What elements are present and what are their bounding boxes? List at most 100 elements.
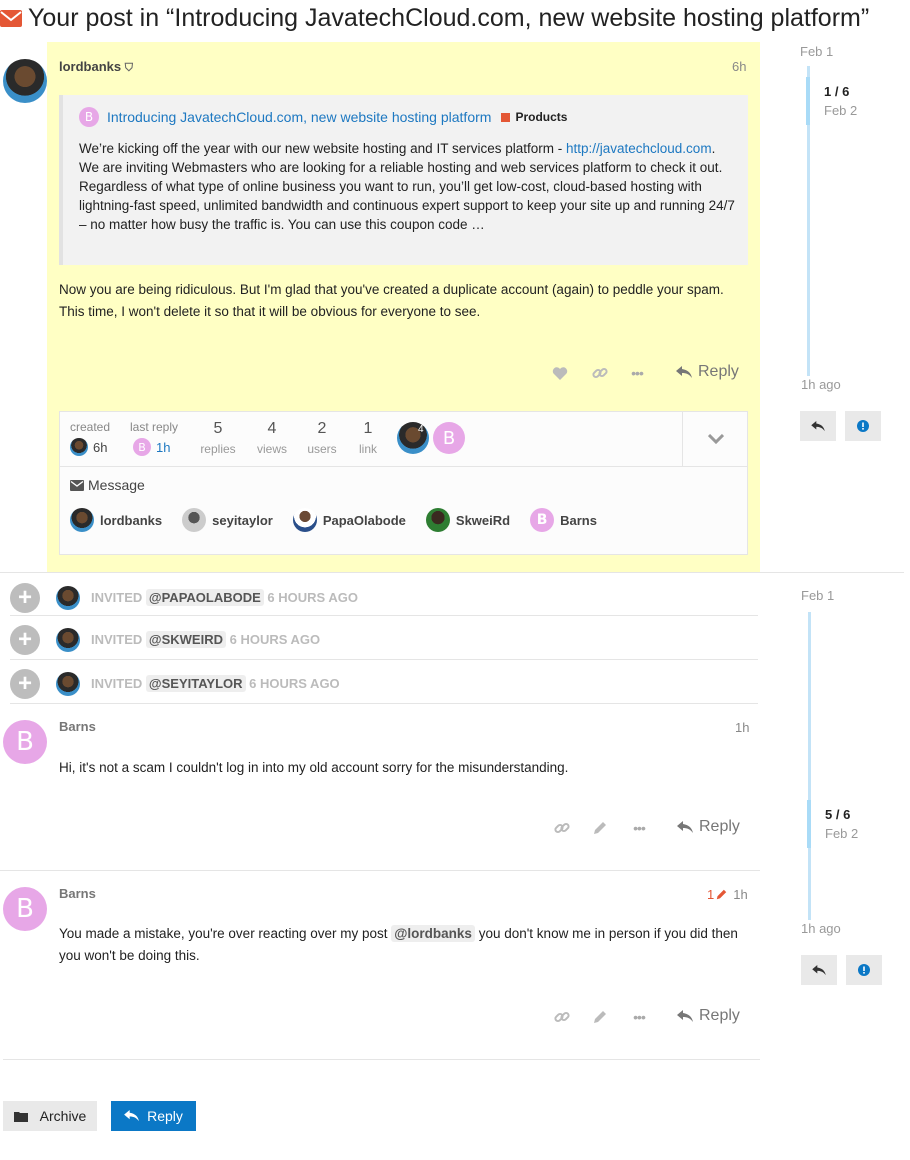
timeline-reply-button[interactable] xyxy=(800,411,836,441)
participant[interactable]: SkweiRd xyxy=(425,508,510,532)
quote-body: We’re kicking off the year with our new … xyxy=(79,141,735,232)
reply-button[interactable]: Reply xyxy=(676,363,739,381)
reply-arrow-icon xyxy=(677,1009,693,1022)
quote-avatar: B xyxy=(79,107,99,127)
post-time[interactable]: 1h xyxy=(733,887,747,902)
bottom-reply-button[interactable]: Reply xyxy=(111,1101,196,1131)
poster-avatar[interactable] xyxy=(397,422,429,454)
user-mention[interactable]: @PAPAOLABODE xyxy=(145,589,264,606)
stat-links: 1 link xyxy=(358,420,377,456)
pencil-icon[interactable] xyxy=(716,889,727,900)
action-avatar[interactable] xyxy=(56,671,80,696)
edit-pencil-icon[interactable] xyxy=(590,818,610,838)
post-time[interactable]: 6h xyxy=(732,59,746,74)
quote-link[interactable]: http://javatechcloud.com xyxy=(566,141,712,156)
stat-replies: 5 replies xyxy=(200,420,236,456)
timeline-date: Feb 2 xyxy=(824,103,858,118)
last-reply-label: last reply xyxy=(130,420,179,434)
timeline-end-date[interactable]: 1h ago xyxy=(801,377,841,392)
envelope-icon xyxy=(0,10,22,27)
participants-list: lordbanks seyitaylor PapaOlabode SkweiRd… xyxy=(70,508,597,532)
post-time[interactable]: 1h xyxy=(735,720,749,735)
post-username[interactable]: Barns xyxy=(59,886,96,901)
post-username[interactable]: Barns xyxy=(59,719,96,734)
reply-arrow-icon xyxy=(677,820,693,833)
topic-summary: created 6h last reply B 1h 5 replies 4 vie… xyxy=(59,411,748,555)
category-color-icon xyxy=(501,112,511,122)
post-divider xyxy=(3,1059,760,1060)
participant-avatar xyxy=(70,508,94,532)
timeline-end-date[interactable]: 1h ago xyxy=(801,921,841,936)
timeline-start-date[interactable]: Feb 1 xyxy=(801,588,834,603)
quote-topic-link[interactable]: Introducing JavatechCloud.com, new websi… xyxy=(107,109,491,125)
shield-icon: ⛉ xyxy=(124,62,133,74)
participant-avatar: B xyxy=(530,508,555,532)
post-username[interactable]: lordbanks ⛉ xyxy=(59,59,133,75)
created-info[interactable]: 6h xyxy=(70,438,107,456)
avatar-barns[interactable]: B xyxy=(3,887,47,931)
timeline-handle[interactable] xyxy=(807,800,811,848)
more-options-icon[interactable]: ••• xyxy=(627,363,647,383)
info-icon xyxy=(858,964,870,976)
reply-button[interactable]: Reply xyxy=(677,818,740,836)
user-mention[interactable]: @lordbanks xyxy=(391,925,475,942)
share-link-icon[interactable] xyxy=(590,363,610,383)
poster-avatar-barns[interactable]: B xyxy=(433,422,465,454)
post-divider xyxy=(0,870,760,871)
participant-avatar xyxy=(182,508,207,532)
user-mention[interactable]: @SEYITAYLOR xyxy=(145,675,246,692)
action-label: INVITED xyxy=(91,632,143,647)
reply-arrow-icon xyxy=(811,420,825,431)
action-label: INVITED xyxy=(91,590,143,605)
participant[interactable]: B Barns xyxy=(530,508,597,532)
created-avatar xyxy=(70,438,88,456)
edit-history-count[interactable]: 1 xyxy=(707,887,714,902)
chevron-down-icon xyxy=(707,434,724,444)
action-avatar[interactable] xyxy=(56,585,80,610)
reply-button[interactable]: Reply xyxy=(677,1007,740,1025)
plus-icon: + xyxy=(10,668,40,699)
more-options-icon[interactable]: ••• xyxy=(629,1007,649,1027)
envelope-icon xyxy=(70,479,84,491)
share-link-icon[interactable] xyxy=(552,1007,572,1027)
expand-summary-button[interactable] xyxy=(682,412,748,466)
info-icon xyxy=(857,420,869,432)
reply-arrow-icon xyxy=(124,1110,139,1122)
stat-users: 2 users xyxy=(307,420,337,456)
timeline-position: 1 / 6 xyxy=(824,84,850,99)
avatar-lordbanks[interactable] xyxy=(3,59,47,103)
timeline-info-button[interactable] xyxy=(846,955,882,985)
action-avatar[interactable] xyxy=(56,627,80,652)
summary-divider xyxy=(60,466,747,467)
page-title: Your post in “Introducing JavatechCloud.… xyxy=(0,4,869,33)
action-time: 6 HOURS AGO xyxy=(249,676,340,691)
timeline-scrollarea[interactable] xyxy=(808,612,811,920)
last-reply-info[interactable]: B 1h xyxy=(133,438,170,456)
avatar-barns[interactable]: B xyxy=(3,720,47,764)
participant[interactable]: PapaOlabode xyxy=(292,508,406,532)
participant[interactable]: seyitaylor xyxy=(182,508,273,532)
plus-icon: + xyxy=(10,624,40,655)
more-options-icon[interactable]: ••• xyxy=(629,818,649,838)
post-body: Now you are being ridiculous. But I'm gl… xyxy=(59,282,724,319)
folder-icon xyxy=(13,1111,28,1122)
timeline-info-button[interactable] xyxy=(845,411,881,441)
participant-avatar xyxy=(292,508,317,532)
archive-button[interactable]: Archive xyxy=(3,1101,97,1131)
reply-arrow-icon xyxy=(812,964,826,975)
poster-count-badge: 4 xyxy=(418,424,424,435)
category-badge[interactable]: Products xyxy=(501,110,567,124)
participant[interactable]: lordbanks xyxy=(70,508,162,532)
edit-pencil-icon[interactable] xyxy=(590,1007,610,1027)
share-link-icon[interactable] xyxy=(552,818,572,838)
timeline-reply-button[interactable] xyxy=(801,955,837,985)
message-label: Message xyxy=(70,477,145,493)
timeline-start-date[interactable]: Feb 1 xyxy=(800,44,833,59)
reply-arrow-icon xyxy=(676,365,692,378)
timeline-handle[interactable] xyxy=(806,77,810,125)
like-icon[interactable] xyxy=(550,363,570,383)
post-meta: 1 1h xyxy=(707,887,748,902)
timeline-position: 5 / 6 xyxy=(825,807,851,822)
stat-views: 4 views xyxy=(256,420,287,456)
user-mention[interactable]: @SKWEIRD xyxy=(145,631,226,648)
